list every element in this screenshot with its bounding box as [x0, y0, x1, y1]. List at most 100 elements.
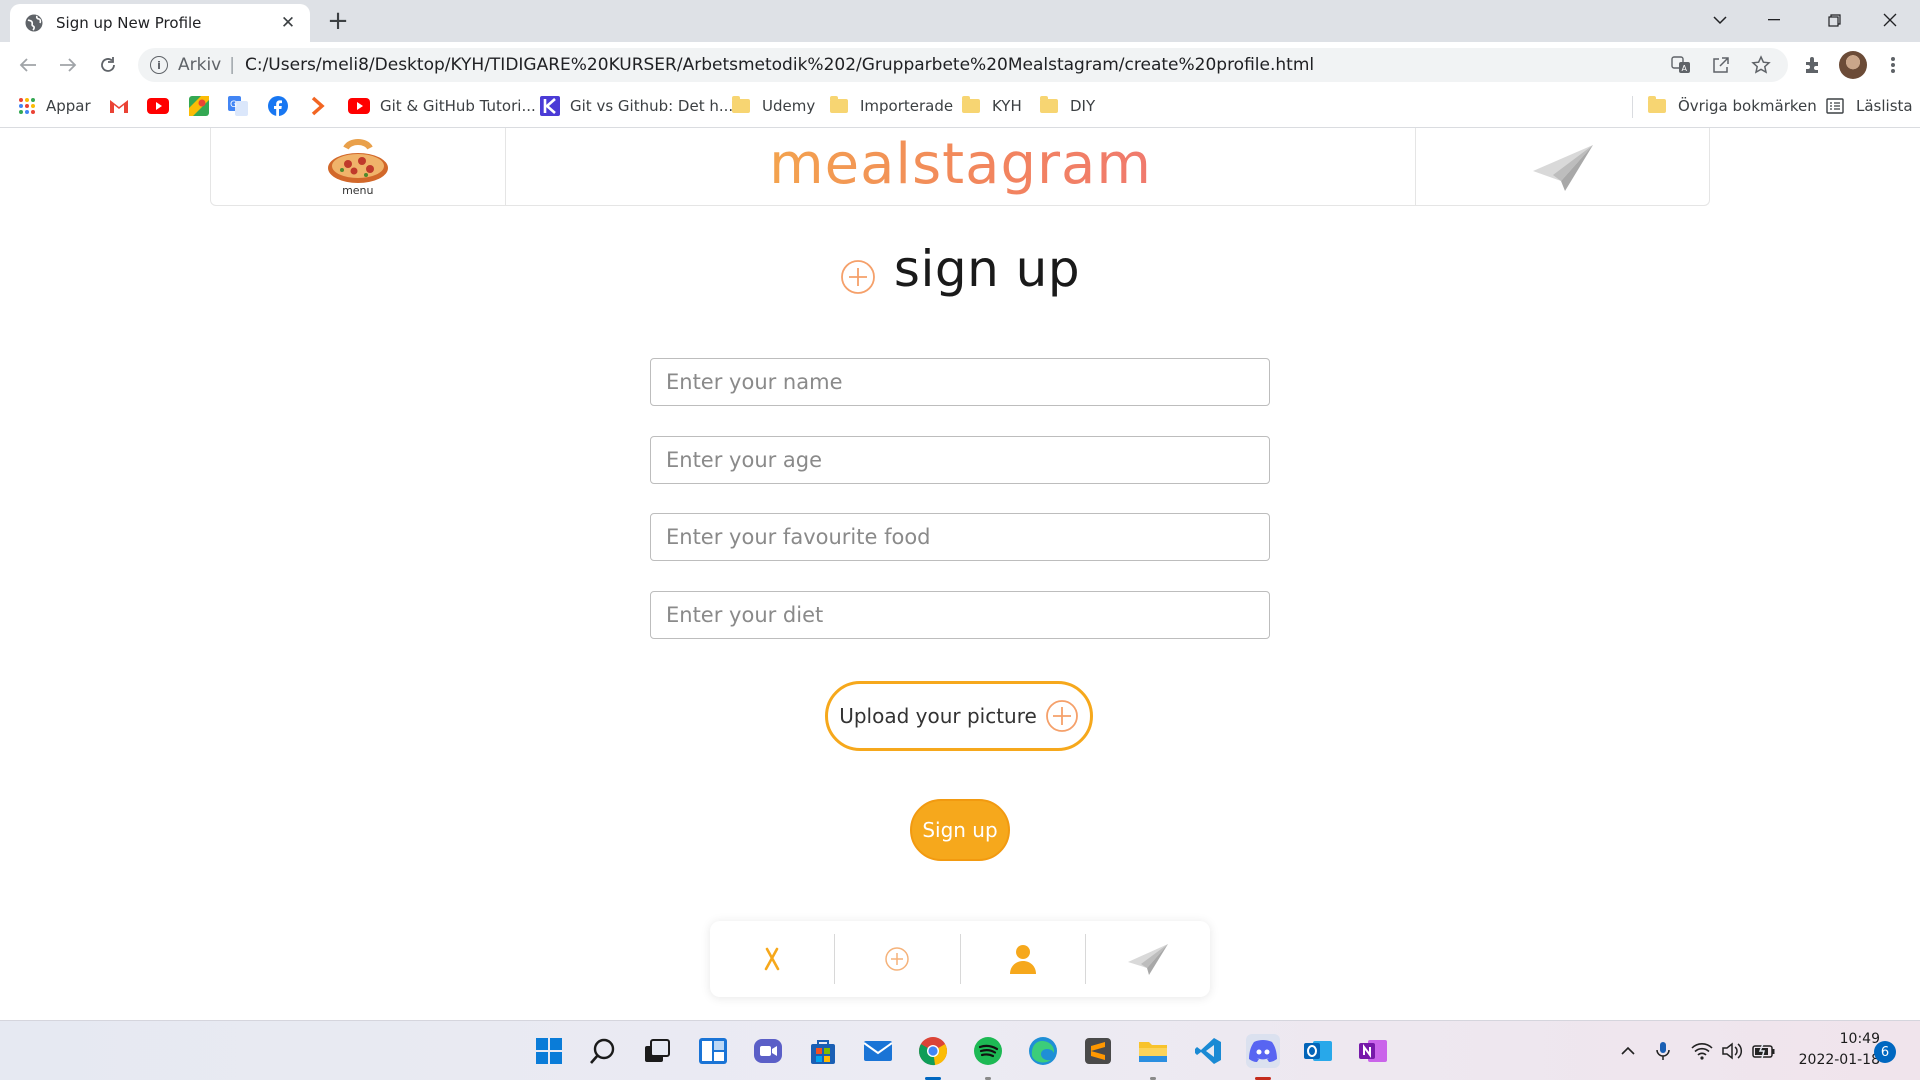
vscode-icon[interactable]: [1191, 1034, 1225, 1068]
bookmark-gmail[interactable]: [109, 88, 129, 124]
profile-avatar[interactable]: [1839, 51, 1867, 79]
discord-icon[interactable]: [1246, 1034, 1280, 1068]
scheme-separator: |: [229, 55, 235, 75]
bookmark-maps[interactable]: [189, 88, 209, 124]
microphone-icon[interactable]: [1651, 1039, 1675, 1063]
bookmarks-divider: [1632, 96, 1633, 118]
teams-chat-icon[interactable]: [751, 1034, 785, 1068]
name-field[interactable]: [650, 358, 1270, 406]
reading-list-icon: [1826, 98, 1844, 114]
bookmark-diy-label: DIY: [1070, 97, 1096, 115]
onenote-icon[interactable]: [1356, 1034, 1390, 1068]
url-text[interactable]: C:/Users/meli8/Desktop/KYH/TIDIGARE%20KU…: [245, 55, 1314, 75]
bookmark-folder-kyh[interactable]: KYH: [962, 88, 1022, 124]
edge-icon[interactable]: [1026, 1034, 1060, 1068]
site-info-icon[interactable]: i: [150, 56, 168, 74]
translate-icon[interactable]: A: [1668, 52, 1694, 78]
bookmarks-bar: Appar G Git & GitHub Tutori... Git vs Gi…: [0, 88, 1920, 128]
upload-picture-label: Upload your picture: [839, 704, 1037, 728]
more-options-icon[interactable]: [1880, 52, 1906, 78]
menu-button[interactable]: menu: [211, 128, 506, 206]
tab-search-icon[interactable]: [1692, 0, 1748, 40]
back-icon[interactable]: [14, 51, 42, 79]
messages-button[interactable]: [1416, 128, 1709, 206]
chrome-icon[interactable]: [916, 1034, 950, 1068]
reading-list[interactable]: Läslista: [1826, 88, 1913, 124]
task-view-icon[interactable]: [640, 1034, 674, 1068]
forward-icon[interactable]: [54, 51, 82, 79]
bookmark-folder-other[interactable]: Övriga bokmärken: [1648, 88, 1817, 124]
bookmark-git-github-tutorial[interactable]: Git & GitHub Tutori...: [348, 88, 536, 124]
page-title-row: sign up: [0, 240, 1920, 298]
spotify-icon[interactable]: [971, 1034, 1005, 1068]
restore-icon[interactable]: [1806, 0, 1862, 40]
nav-create[interactable]: [834, 934, 959, 984]
file-explorer-icon[interactable]: [1136, 1034, 1170, 1068]
brand-logo-cell[interactable]: mealstagram: [506, 128, 1417, 206]
page-content: menu mealstagram sign up Upload your pic…: [0, 128, 1920, 1020]
system-clock[interactable]: 10:49 2022-01-18: [1784, 1029, 1880, 1071]
user-icon: [1009, 945, 1036, 974]
bookmark-folder-udemy[interactable]: Udemy: [732, 88, 815, 124]
outlook-icon[interactable]: [1301, 1034, 1335, 1068]
nav-feed[interactable]: [710, 934, 834, 984]
minimize-icon[interactable]: [1746, 0, 1802, 40]
close-window-icon[interactable]: [1862, 0, 1918, 40]
volume-icon[interactable]: [1720, 1039, 1744, 1063]
gmail-icon: [110, 100, 128, 113]
tab-close-icon[interactable]: ✕: [278, 13, 298, 33]
clock-time: 10:49: [1839, 1031, 1880, 1047]
nav-messages[interactable]: [1084, 934, 1210, 984]
upload-picture-button[interactable]: Upload your picture: [825, 681, 1093, 751]
bookmark-translate[interactable]: G: [228, 88, 248, 124]
mail-icon[interactable]: [861, 1034, 895, 1068]
sublime-text-icon[interactable]: [1081, 1034, 1115, 1068]
bookmark-facebook[interactable]: [268, 88, 288, 124]
browser-tab-strip: Sign up New Profile ✕ +: [0, 0, 1920, 42]
reading-list-label: Läslista: [1856, 97, 1913, 115]
bookmark-arrow[interactable]: [310, 88, 326, 124]
favourite-food-field[interactable]: [650, 513, 1270, 561]
folder-icon: [732, 96, 750, 113]
new-tab-icon[interactable]: +: [322, 8, 354, 36]
toolbar: i Arkiv | C:/Users/meli8/Desktop/KYH/TID…: [0, 42, 1920, 88]
chevron-right-icon: [311, 96, 325, 116]
paper-plane-icon: [1127, 944, 1168, 975]
svg-text:A: A: [1682, 64, 1688, 73]
bookmark-other-label: Övriga bokmärken: [1678, 97, 1817, 115]
youtube-icon: [348, 98, 370, 114]
notification-badge[interactable]: 6: [1874, 1041, 1896, 1063]
widgets-icon[interactable]: [696, 1034, 730, 1068]
start-icon[interactable]: [532, 1034, 566, 1068]
folder-icon: [962, 96, 980, 113]
menu-label: menu: [342, 183, 374, 197]
bookmark-youtube[interactable]: [147, 88, 169, 124]
microsoft-store-icon[interactable]: [806, 1034, 840, 1068]
bookmark-apps[interactable]: Appar: [18, 88, 91, 124]
age-field[interactable]: [650, 436, 1270, 484]
taskbar: 10:49 2022-01-18 6: [0, 1020, 1920, 1080]
bookmark-folder-importerade[interactable]: Importerade: [830, 88, 953, 124]
bookmark-git-vs-github[interactable]: Git vs Github: Det h...: [540, 88, 733, 124]
extensions-icon[interactable]: [1800, 52, 1826, 78]
browser-tab[interactable]: Sign up New Profile ✕: [10, 4, 310, 42]
folder-icon: [1040, 96, 1058, 113]
share-icon[interactable]: [1708, 52, 1734, 78]
reload-icon[interactable]: [94, 51, 122, 79]
battery-icon[interactable]: [1752, 1039, 1776, 1063]
sign-up-button[interactable]: Sign up: [910, 799, 1010, 861]
bookmark-star-icon[interactable]: [1748, 52, 1774, 78]
address-bar[interactable]: i Arkiv | C:/Users/meli8/Desktop/KYH/TID…: [138, 48, 1788, 82]
bookmark-folder-diy[interactable]: DIY: [1040, 88, 1095, 124]
wifi-icon[interactable]: [1690, 1039, 1714, 1063]
search-icon[interactable]: [586, 1034, 620, 1068]
diet-field[interactable]: [650, 591, 1270, 639]
scheme-label: Arkiv: [178, 55, 222, 75]
google-translate-icon: G: [228, 96, 248, 116]
bookmark-apps-label: Appar: [46, 97, 91, 115]
nav-profile[interactable]: [959, 934, 1085, 984]
paper-plane-icon: [1532, 145, 1593, 191]
brand-logo: mealstagram: [769, 131, 1152, 197]
show-hidden-icons-icon[interactable]: [1616, 1039, 1640, 1063]
globe-icon: [25, 14, 43, 32]
